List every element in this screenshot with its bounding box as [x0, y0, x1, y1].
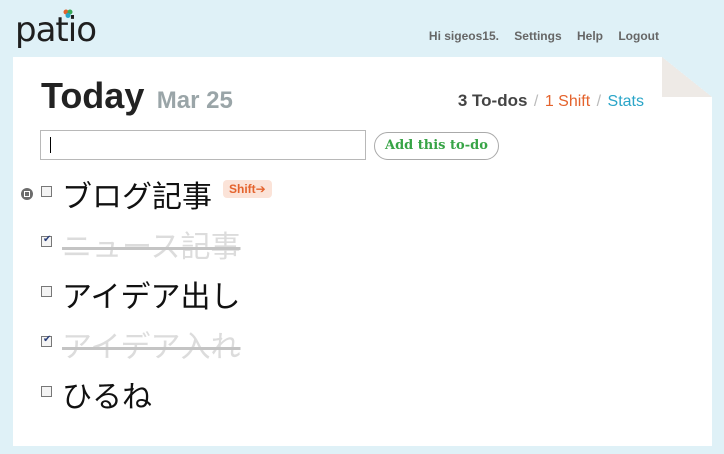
- patio-logo[interactable]: patio: [15, 8, 97, 52]
- todo-checkbox[interactable]: [41, 334, 52, 347]
- settings-link[interactable]: Settings: [514, 29, 561, 43]
- separator: /: [596, 93, 602, 110]
- help-link[interactable]: Help: [577, 29, 603, 43]
- page-title: Today Mar 25: [41, 75, 233, 117]
- todo-text[interactable]: アイデア出し: [62, 272, 241, 316]
- todo-checkbox[interactable]: [41, 186, 52, 197]
- todo-count: 3 To-dos: [457, 91, 528, 110]
- user-greeting: Hi sigeos15.: [428, 29, 499, 43]
- todo-item: ブログ記事 Shift➔: [13, 172, 712, 215]
- todo-summary: 3 To-dos / 1 Shift / Stats: [458, 91, 644, 111]
- todo-text[interactable]: アイデア入れ: [62, 322, 241, 366]
- leaf-icon: [63, 9, 73, 18]
- title-today: Today: [41, 75, 145, 116]
- todo-checkbox[interactable]: [41, 286, 52, 297]
- add-todo-button[interactable]: Add this to-do: [374, 132, 499, 160]
- todo-text[interactable]: ニュース記事: [62, 222, 241, 266]
- title-date: Mar 25: [156, 87, 233, 114]
- todo-checkbox[interactable]: [41, 234, 52, 247]
- todo-panel: Today Mar 25 3 To-dos / 1 Shift / Stats …: [13, 57, 712, 446]
- shift-button[interactable]: Shift➔: [223, 180, 272, 198]
- stats-link[interactable]: Stats: [608, 93, 644, 110]
- logout-link[interactable]: Logout: [618, 29, 659, 43]
- logo-text: patio: [15, 10, 97, 50]
- page-fold-corner: [662, 57, 712, 97]
- text-caret: [50, 137, 51, 153]
- todo-item: ニュース記事: [13, 222, 712, 265]
- todo-item: アイデア出し: [13, 272, 712, 315]
- todo-item: ひるね: [13, 372, 712, 415]
- top-navigation: Hi sigeos15. Settings Help Logout: [417, 29, 659, 43]
- todo-checkbox[interactable]: [41, 386, 52, 397]
- separator: /: [533, 93, 539, 110]
- todo-text[interactable]: ブログ記事: [62, 172, 212, 216]
- todo-item: アイデア入れ: [13, 322, 712, 365]
- delete-icon[interactable]: [21, 188, 33, 200]
- shift-link[interactable]: 1 Shift: [545, 93, 590, 110]
- new-todo-input[interactable]: [40, 130, 366, 160]
- todo-text[interactable]: ひるね: [62, 372, 152, 416]
